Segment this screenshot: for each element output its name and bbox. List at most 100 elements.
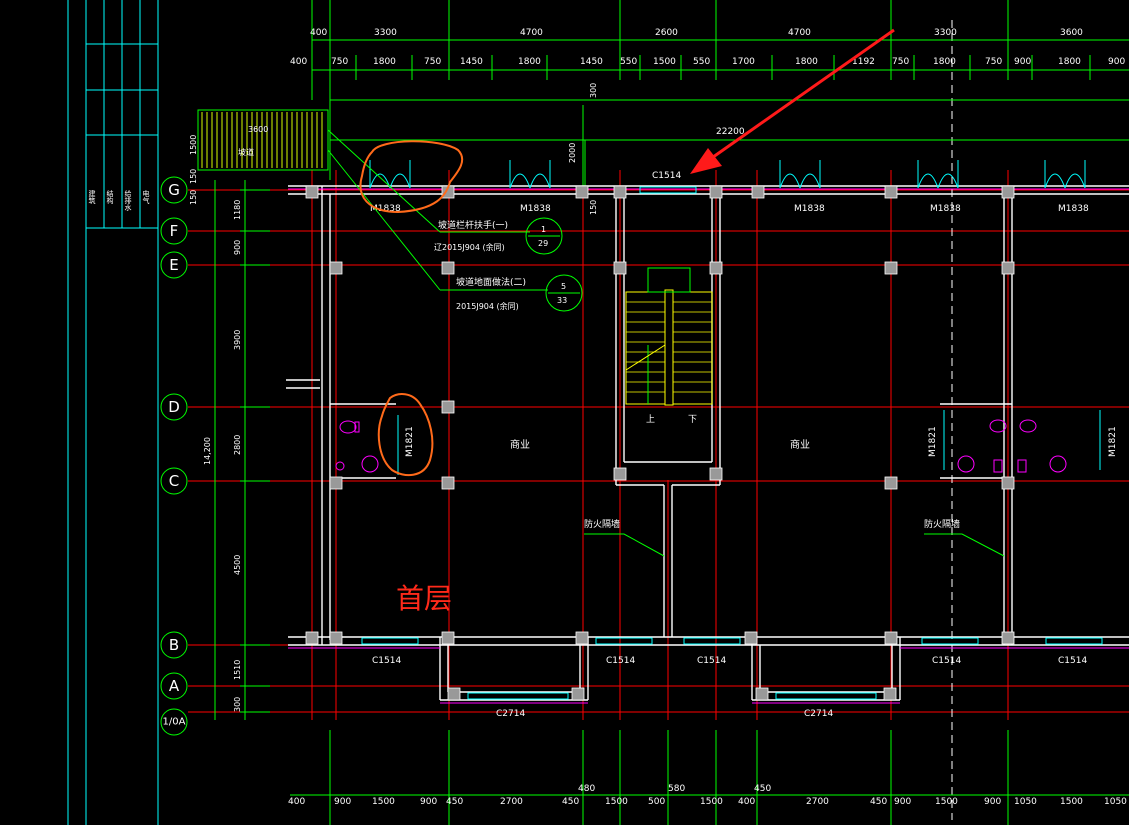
window-label: C1514: [372, 656, 401, 666]
window-label-big: C2714: [496, 709, 525, 719]
overall-dimension: 22200: [716, 127, 745, 137]
dim-text: 1500: [935, 797, 958, 807]
note2-page: 33: [557, 296, 567, 305]
dim-text: 1500: [605, 797, 628, 807]
staircase: 上 下: [625, 267, 713, 425]
dim-text: 750: [985, 57, 1002, 67]
annotation-arrow: [690, 28, 895, 174]
dim-text: 450: [870, 797, 887, 807]
dim-text: 4700: [520, 28, 543, 38]
axis-label-A: A: [169, 677, 180, 695]
fire-wall-notes: 防火隔墙 防火隔墙: [584, 518, 1005, 557]
dim-text: 4700: [788, 28, 811, 38]
dim-text: 1050: [1014, 797, 1037, 807]
room-label-left: 商业: [510, 438, 530, 451]
dim-text: 1450: [580, 57, 603, 67]
dim-text: 900: [1108, 57, 1125, 67]
cad-drawing-canvas[interactable]: 建筑 结构 给排水 电气 G F E D C B A 1/0A 400 3300…: [0, 0, 1129, 825]
door-m1821-label: M1821: [928, 426, 938, 457]
door-label: M1838: [794, 204, 825, 214]
axis-label-10A: 1/0A: [163, 717, 186, 728]
note1-num: 1: [541, 225, 546, 234]
title-col-4: 电气: [142, 189, 150, 204]
dim-text: 750: [892, 57, 909, 67]
dim-text: 4500: [233, 555, 242, 575]
dim-text: 2700: [806, 797, 829, 807]
dim-text: 750: [331, 57, 348, 67]
axis-label-F: F: [170, 222, 179, 240]
dim-text: 400: [738, 797, 755, 807]
dim-text: 2600: [655, 28, 678, 38]
dim-text: 450: [754, 784, 771, 794]
markup-circles: [359, 140, 464, 477]
dim-text: 2000: [568, 143, 577, 163]
ramp-hatch: 3600 坡道: [197, 109, 329, 171]
title-col-3: 给排水: [124, 189, 132, 211]
dim-top-row1: 400 3300 4700 2600 4700 3300 3600: [310, 28, 1083, 38]
stair-up-label: 上: [646, 414, 655, 425]
dim-text: 400: [310, 28, 327, 38]
dim-text: 750: [424, 57, 441, 67]
dimension-lines: [214, 0, 1129, 825]
dim-text: 1800: [795, 57, 818, 67]
dim-text: 1800: [1058, 57, 1081, 67]
dim-text: 1500: [653, 57, 676, 67]
door-label: M1838: [930, 204, 961, 214]
axis-label-E: E: [169, 256, 178, 274]
window-label-big: C2714: [804, 709, 833, 719]
axis-label-B: B: [169, 636, 179, 654]
floor-label: 首层: [396, 582, 452, 615]
dim-text: 900: [233, 240, 242, 255]
ramp-length: 3600: [248, 125, 268, 134]
window-label: C1514: [932, 656, 961, 666]
room-label-right: 商业: [790, 438, 810, 451]
dim-text: 1700: [732, 57, 755, 67]
dim-text: 580: [668, 784, 685, 794]
dim-text: 14,200: [203, 437, 212, 465]
dim-text: 3600: [1060, 28, 1083, 38]
dim-text: 2700: [500, 797, 523, 807]
dim-text: 1450: [460, 57, 483, 67]
dim-text: 300: [233, 697, 242, 712]
dim-text: 400: [290, 57, 307, 67]
dim-text: 480: [578, 784, 595, 794]
dim-text: 1800: [373, 57, 396, 67]
dim-text: 1500: [189, 135, 198, 155]
dim-text: 900: [1014, 57, 1031, 67]
window-label: C1514: [1058, 656, 1087, 666]
door-m1821-label: M1821: [1108, 426, 1118, 457]
stair-down-label: 下: [688, 415, 697, 425]
dim-text: 550: [693, 57, 710, 67]
dim-text: 150: [189, 190, 198, 205]
dim-text: 550: [620, 57, 637, 67]
dim-text: 1500: [700, 797, 723, 807]
dim-text: 900: [894, 797, 911, 807]
axis-label-D: D: [168, 398, 180, 416]
door-m1821-label: M1821: [405, 426, 415, 457]
note1-page: 29: [538, 239, 548, 248]
toilet-fixtures: [335, 419, 1067, 473]
dim-text: 300: [589, 83, 598, 98]
dim-text: 1500: [1060, 797, 1083, 807]
door-label: M1838: [1058, 204, 1089, 214]
dim-text: 1500: [372, 797, 395, 807]
dim-text: 1050: [1104, 797, 1127, 807]
ramp-label: 坡道: [238, 147, 254, 157]
dim-text: 1510: [233, 660, 242, 680]
note1-text: 坡道栏杆扶手(一): [438, 219, 508, 231]
note2-num: 5: [561, 282, 566, 291]
dim-text: 150: [589, 200, 598, 215]
windows: [361, 186, 1103, 700]
dim-text: 3300: [374, 28, 397, 38]
dim-text: 1800: [933, 57, 956, 67]
dim-text: 900: [420, 797, 437, 807]
dim-text: 3300: [934, 28, 957, 38]
dim-text: 900: [334, 797, 351, 807]
fire-wall-label: 防火隔墙: [584, 518, 620, 530]
dim-text: 500: [648, 797, 665, 807]
axis-bubbles: G F E D C B A 1/0A: [160, 176, 188, 736]
window-label-top: C1514: [652, 171, 681, 181]
title-col-2: 结构: [106, 189, 114, 205]
axis-label-G: G: [168, 181, 180, 199]
window-label: C1514: [606, 656, 635, 666]
